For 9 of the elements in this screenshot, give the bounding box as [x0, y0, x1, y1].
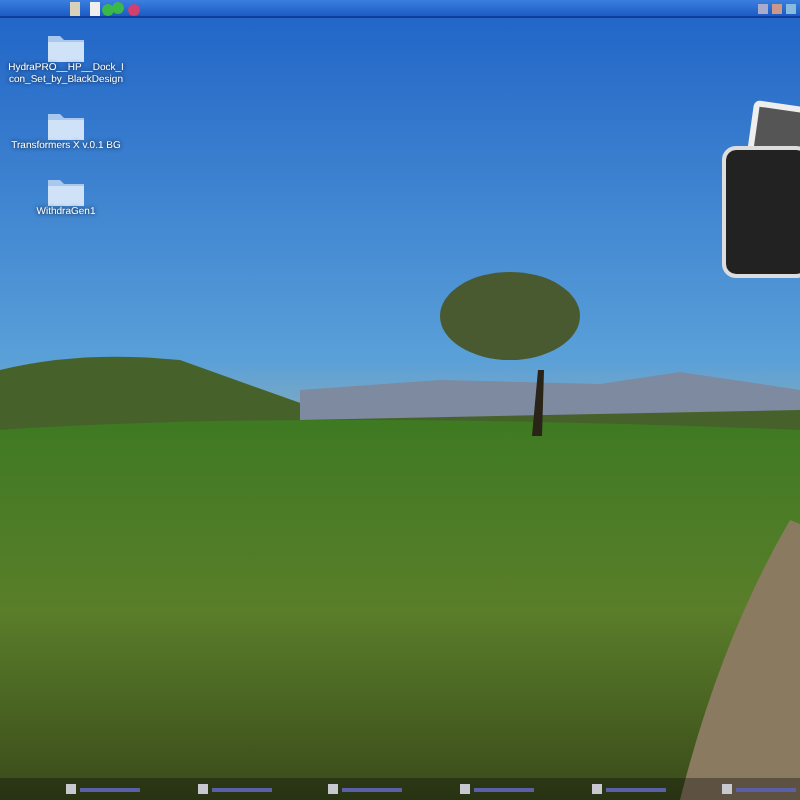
taskbar-item[interactable] — [722, 782, 800, 796]
folder-icon[interactable] — [48, 110, 84, 140]
taskbar-item[interactable] — [591, 782, 669, 796]
folder-icon[interactable] — [48, 176, 84, 206]
taskbar-item[interactable] — [328, 782, 407, 796]
folder-icon[interactable] — [48, 32, 84, 62]
taskbar-item[interactable] — [66, 782, 144, 796]
taskbar-item[interactable] — [460, 782, 538, 796]
taskbar-item[interactable] — [197, 782, 275, 796]
